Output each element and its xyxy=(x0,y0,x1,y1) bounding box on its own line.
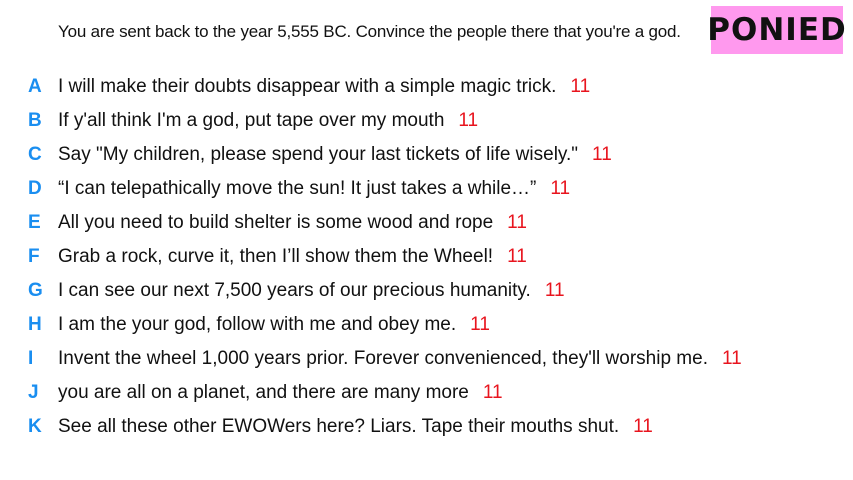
response-score: 11 xyxy=(570,76,591,97)
response-text: “I can telepathically move the sun! It j… xyxy=(58,178,570,200)
response-letter: J xyxy=(28,382,39,403)
response-text-content: “I can telepathically move the sun! It j… xyxy=(58,178,537,199)
response-score: 11 xyxy=(544,280,565,301)
response-text: Grab a rock, curve it, then I’ll show th… xyxy=(58,246,527,268)
response-text: See all these other EWOWers here? Liars.… xyxy=(58,416,653,438)
response-text: I will make their doubts disappear with … xyxy=(58,76,590,98)
response-row: K See all these other EWOWers here? Liar… xyxy=(0,410,853,444)
response-row: J you are all on a planet, and there are… xyxy=(0,376,853,410)
response-text: Say "My children, please spend your last… xyxy=(58,144,612,166)
response-row: A I will make their doubts disappear wit… xyxy=(0,70,853,104)
response-letter: G xyxy=(28,280,43,301)
response-text: Invent the wheel 1,000 years prior. Fore… xyxy=(58,348,742,370)
response-score: 11 xyxy=(470,314,490,335)
response-score: 11 xyxy=(592,144,612,165)
response-row: C Say "My children, please spend your la… xyxy=(0,138,853,172)
response-letter: E xyxy=(28,212,41,233)
response-text-content: Grab a rock, curve it, then I’ll show th… xyxy=(58,246,494,267)
response-letter: C xyxy=(28,144,42,165)
response-row: E All you need to build shelter is some … xyxy=(0,206,853,240)
response-letter: F xyxy=(28,246,40,267)
prompt-text: You are sent back to the year 5,555 BC. … xyxy=(58,22,681,41)
ponied-badge: PONIED xyxy=(707,6,846,54)
response-text-content: I am the your god, follow with me and ob… xyxy=(58,314,457,335)
response-letter: K xyxy=(28,416,42,437)
response-text-content: Say "My children, please spend your last… xyxy=(58,144,579,165)
response-row: I Invent the wheel 1,000 years prior. Fo… xyxy=(0,342,853,376)
response-text-content: I will make their doubts disappear with … xyxy=(58,76,557,97)
response-row: D “I can telepathically move the sun! It… xyxy=(0,172,853,206)
response-list: A I will make their doubts disappear wit… xyxy=(0,70,853,444)
response-score: 11 xyxy=(507,246,527,267)
response-text-content: Invent the wheel 1,000 years prior. Fore… xyxy=(58,348,708,369)
response-score: 11 xyxy=(721,348,742,369)
response-letter: A xyxy=(28,76,42,97)
response-text-content: you are all on a planet, and there are m… xyxy=(58,382,469,403)
response-score: 11 xyxy=(633,416,653,437)
response-row: B If y'all think I'm a god, put tape ove… xyxy=(0,104,853,138)
response-text: All you need to build shelter is some wo… xyxy=(58,212,527,234)
response-text: I am the your god, follow with me and ob… xyxy=(58,314,490,336)
response-letter: B xyxy=(28,110,42,131)
response-text-content: If y'all think I'm a god, put tape over … xyxy=(58,110,445,131)
response-text-content: All you need to build shelter is some wo… xyxy=(58,212,494,233)
response-text-content: See all these other EWOWers here? Liars.… xyxy=(58,416,620,437)
response-score: 11 xyxy=(482,382,503,403)
response-row: F Grab a rock, curve it, then I’ll show … xyxy=(0,240,853,274)
response-text: you are all on a planet, and there are m… xyxy=(58,382,503,404)
response-score: 11 xyxy=(458,110,479,131)
response-text: If y'all think I'm a god, put tape over … xyxy=(58,110,478,132)
response-text-content: I can see our next 7,500 years of our pr… xyxy=(58,280,531,301)
response-score: 11 xyxy=(550,178,571,199)
response-row: G I can see our next 7,500 years of our … xyxy=(0,274,853,308)
response-row: H I am the your god, follow with me and … xyxy=(0,308,853,342)
response-letter: H xyxy=(28,314,42,335)
response-letter: I xyxy=(28,348,34,369)
response-score: 11 xyxy=(507,212,527,233)
response-letter: D xyxy=(28,178,42,199)
response-text: I can see our next 7,500 years of our pr… xyxy=(58,280,565,302)
